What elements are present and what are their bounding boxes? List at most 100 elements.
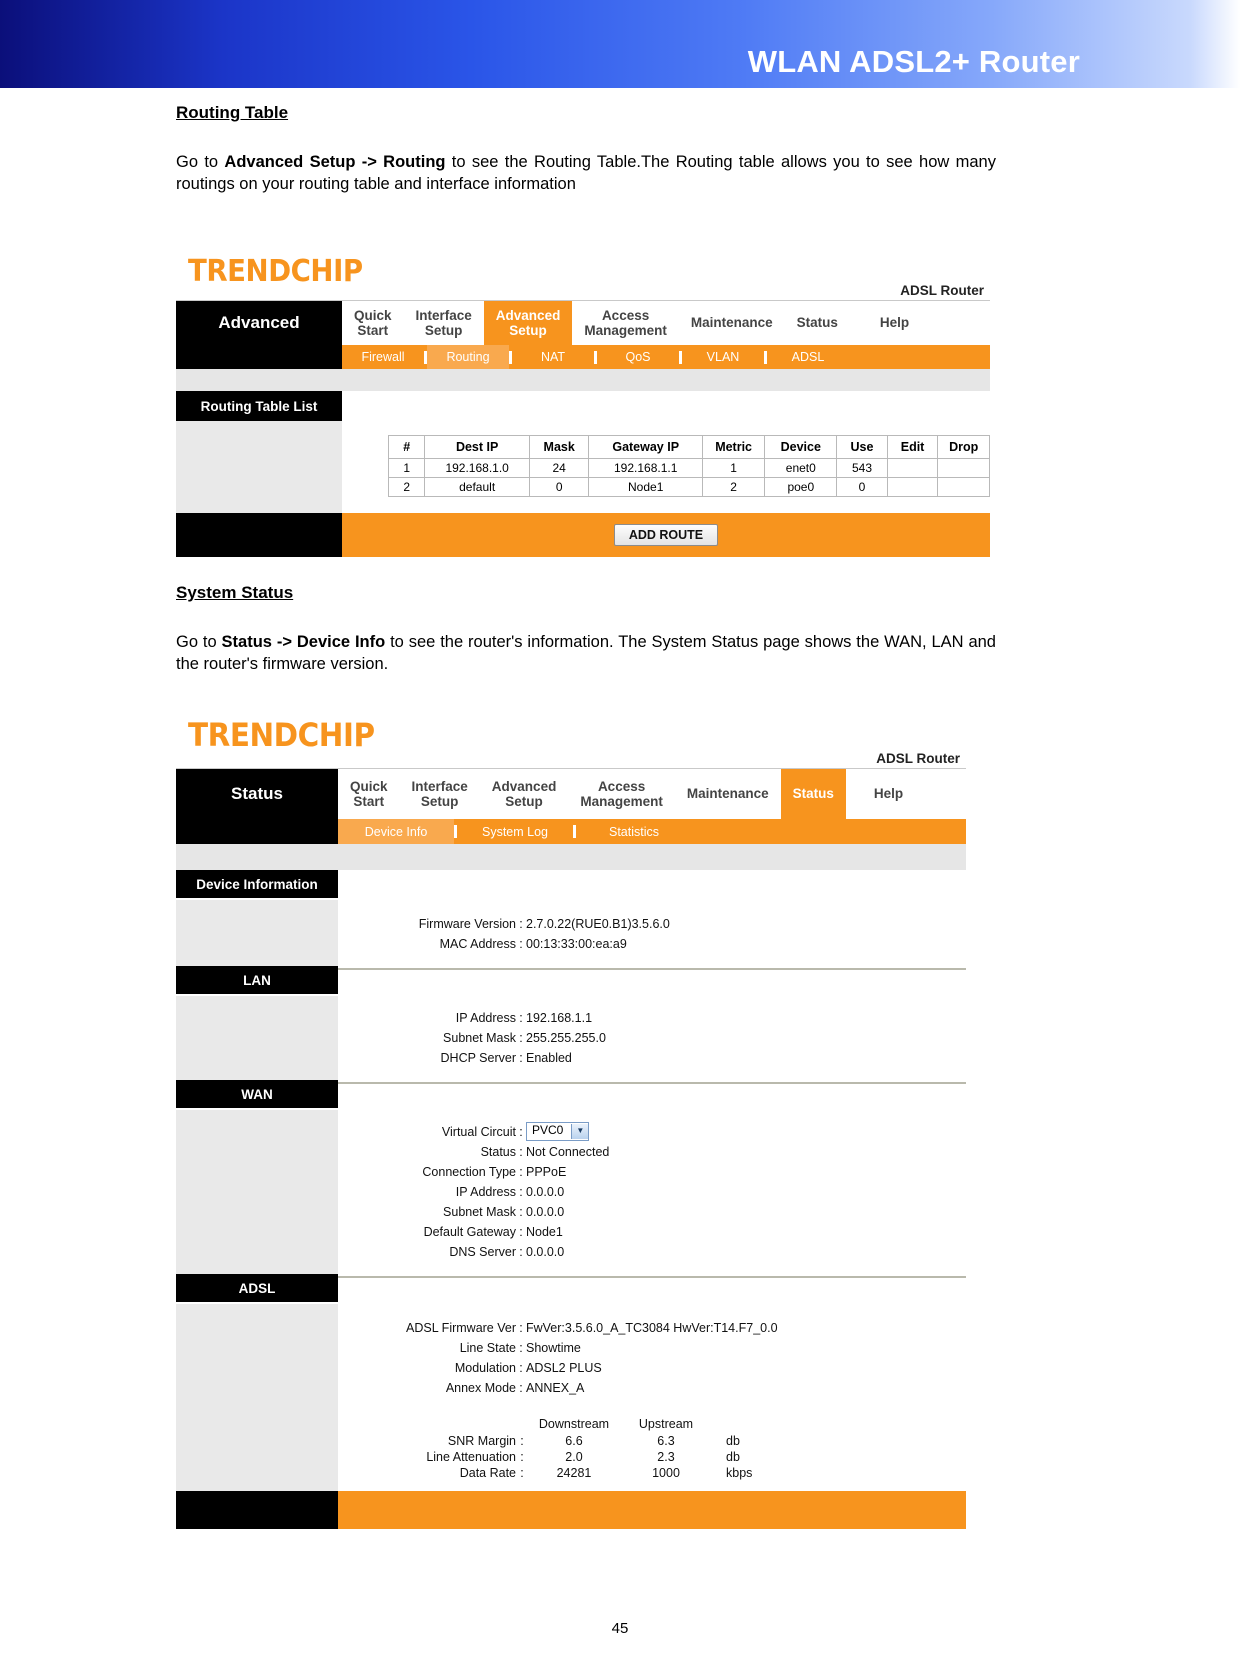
cell-edit[interactable] [886, 477, 939, 497]
field-dhcp-server: DHCP Server : Enabled [338, 1048, 966, 1068]
tab-label-line1: Maintenance [690, 315, 773, 331]
field-value: 00:13:33:00:ea:a9 [526, 937, 627, 951]
subnav-item-vlan[interactable]: VLAN [682, 345, 764, 369]
router-logo-bar: TRENDCHIP ADSL Router [176, 248, 990, 301]
paragraph-lead: Go to [176, 633, 222, 651]
stats-label: Data Rate [459, 1466, 516, 1480]
tab-advanced-setup[interactable]: Advanced Setup [483, 301, 573, 345]
tab-status[interactable]: Status [784, 301, 850, 345]
tab-maintenance[interactable]: Maintenance [678, 301, 785, 345]
field-value: 0.0.0.0 [526, 1185, 565, 1199]
cell-gateway-ip: Node1 [588, 477, 703, 497]
field-label: DNS Server [449, 1245, 516, 1259]
field-separator: : [519, 1165, 523, 1179]
subnav-item-device-info[interactable]: Device Info [338, 819, 454, 844]
sub-nav: Firewall Routing NAT QoS VLAN ADSL [342, 345, 990, 369]
field-mac-address: MAC Address : 00:13:33:00:ea:a9 [338, 934, 966, 954]
subnav-item-adsl[interactable]: ADSL [767, 345, 849, 369]
th-use: Use [836, 435, 888, 459]
tab-help[interactable]: Help [867, 301, 922, 345]
trendchip-logo: TRENDCHIP [188, 254, 363, 289]
field-line-state: Line State : Showtime [338, 1338, 966, 1358]
system-status-screenshot: TRENDCHIP ADSL Router Status Quick Start… [176, 710, 966, 1529]
tab-interface-setup[interactable]: Interface Setup [403, 301, 484, 345]
paragraph-bold-path: Status -> Device Info [221, 633, 386, 651]
section-heading-system-status: System Status [176, 583, 294, 602]
field-separator: : [519, 1225, 523, 1239]
stats-label: Line Attenuation [426, 1450, 516, 1464]
sub-nav-row: Device Info System Log Statistics [176, 819, 966, 844]
th-index: # [387, 435, 426, 459]
banner-title: WLAN ADSL2+ Router [747, 44, 1080, 79]
stats-upstream-value: 1000 [652, 1466, 680, 1480]
tab-interface-setup[interactable]: Interface Setup [399, 769, 480, 819]
page-banner: WLAN ADSL2+ Router [0, 0, 1240, 88]
tab-label-line1: Advanced [495, 307, 561, 323]
chevron-down-icon[interactable]: ▼ [571, 1123, 589, 1139]
table-header-row: # Dest IP Mask Gateway IP Metric Device … [387, 435, 990, 459]
wan-body: Virtual Circuit : PVC0 ▼ Status : Not Co… [176, 1110, 966, 1274]
tab-label-line1: Access [601, 307, 650, 323]
device-information-fields: Firmware Version : 2.7.0.22(RUE0.B1)3.5.… [338, 900, 966, 966]
section-divider [338, 968, 966, 970]
field-value: 192.168.1.1 [526, 1011, 593, 1025]
field-value: Node1 [526, 1225, 563, 1239]
tab-label-line1: Maintenance [686, 786, 769, 802]
field-dns-server: DNS Server : 0.0.0.0 [338, 1242, 966, 1262]
cell-drop[interactable] [937, 477, 990, 497]
cell-gateway-ip: 192.168.1.1 [588, 458, 703, 478]
field-firmware-version: Firmware Version : 2.7.0.22(RUE0.B1)3.5.… [338, 914, 966, 934]
tab-access-management[interactable]: Access Management [572, 301, 679, 345]
table-row: 2 default 0 Node1 2 poe0 0 [387, 477, 990, 497]
footer-action-bar: ADD ROUTE [342, 513, 990, 557]
field-separator: : [519, 1341, 523, 1355]
tab-quick-start[interactable]: Quick Start [342, 301, 404, 345]
tab-label-line2: Management [584, 323, 667, 338]
field-label: Annex Mode [445, 1381, 516, 1395]
subnav-item-routing[interactable]: Routing [427, 345, 509, 369]
field-label: Status [480, 1145, 516, 1159]
th-mask: Mask [528, 435, 590, 459]
tab-label-line1: Status [796, 315, 838, 331]
stats-corner-sep [516, 1416, 528, 1433]
stats-unit: kbps [726, 1466, 753, 1480]
tab-access-management[interactable]: Access Management [568, 769, 675, 819]
stats-header-unit [712, 1416, 752, 1433]
tab-advanced-setup[interactable]: Advanced Setup [479, 769, 569, 819]
routing-table-body: # Dest IP Mask Gateway IP Metric Device … [176, 421, 990, 513]
th-gateway-ip: Gateway IP [588, 435, 703, 459]
tab-status[interactable]: Status [780, 769, 846, 819]
field-separator: : [519, 937, 523, 951]
trendchip-logo: TRENDCHIP [188, 716, 375, 754]
cell-drop[interactable] [937, 458, 990, 478]
th-drop: Drop [937, 435, 990, 459]
field-value: PPPoE [526, 1165, 567, 1179]
router-logo-bar: TRENDCHIP ADSL Router [176, 710, 966, 769]
field-value: Not Connected [526, 1145, 610, 1159]
stats-row-line-attenuation: Line Attenuation : 2.0 2.3 db [338, 1449, 752, 1465]
field-value: 255.255.255.0 [526, 1031, 606, 1045]
virtual-circuit-select[interactable]: PVC0 ▼ [526, 1121, 590, 1141]
footer-left-block [176, 513, 342, 557]
tab-label-line1: Access [597, 778, 646, 794]
side-section-label: Status [176, 769, 338, 819]
subnav-item-statistics[interactable]: Statistics [576, 819, 692, 844]
subnav-item-qos[interactable]: QoS [597, 345, 679, 369]
field-separator: : [519, 1031, 523, 1045]
subnav-item-system-log[interactable]: System Log [457, 819, 573, 844]
tab-maintenance[interactable]: Maintenance [674, 769, 781, 819]
tab-help[interactable]: Help [861, 769, 916, 819]
stats-upstream-value: 6.3 [657, 1434, 675, 1448]
tab-label-line1: Advanced [491, 778, 557, 794]
subnav-item-firewall[interactable]: Firewall [342, 345, 424, 369]
tab-quick-start[interactable]: Quick Start [338, 769, 400, 819]
table-row: 1 192.168.1.0 24 192.168.1.1 1 enet0 543 [387, 458, 990, 478]
field-separator: : [519, 1205, 523, 1219]
adsl-router-label: ADSL Router [900, 283, 984, 298]
subnav-item-nat[interactable]: NAT [512, 345, 594, 369]
stats-separator: : [520, 1434, 524, 1448]
field-wan-ip-address: IP Address : 0.0.0.0 [338, 1182, 966, 1202]
sub-nav-left-block [176, 819, 338, 844]
add-route-button[interactable]: ADD ROUTE [613, 524, 719, 546]
cell-edit[interactable] [886, 458, 939, 478]
